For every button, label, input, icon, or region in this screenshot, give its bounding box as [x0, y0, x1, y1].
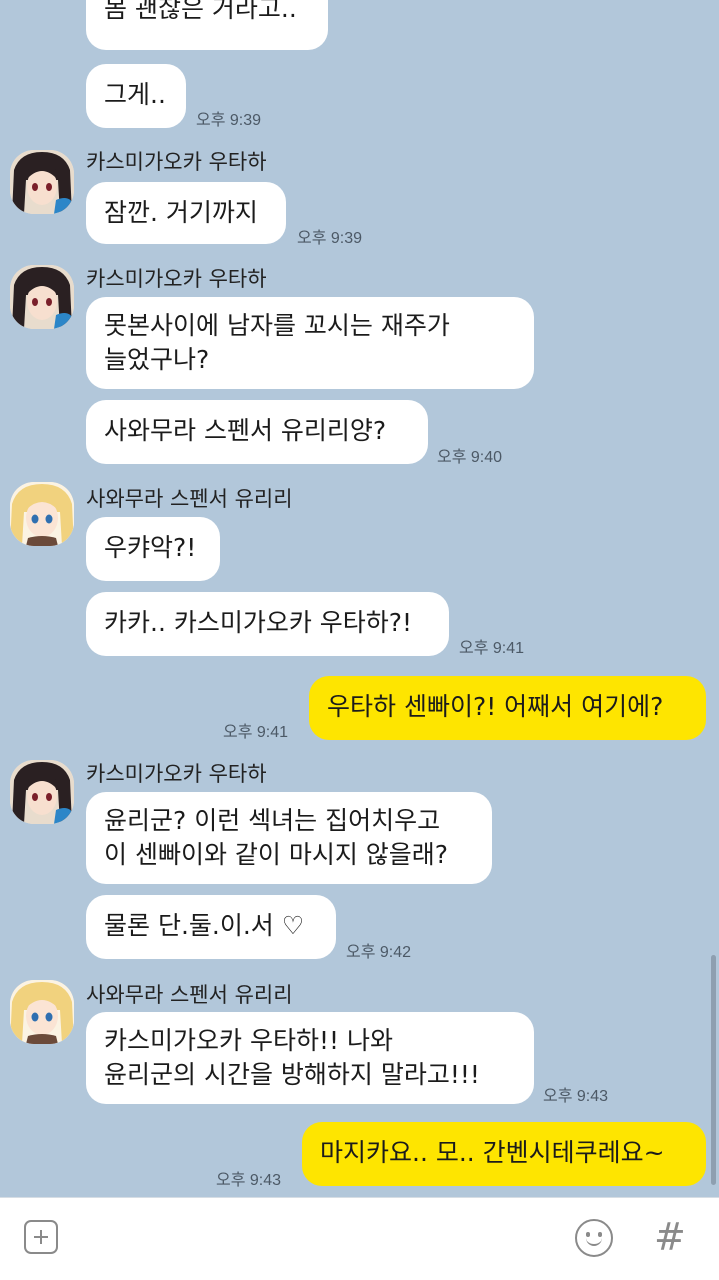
message-bubble[interactable]: 윤리군? 이런 섹녀는 집어치우고 이 센빠이와 같이 마시지 않을래?	[86, 792, 492, 884]
message-text: 잠깐. 거기까지	[104, 198, 258, 227]
message-time: 오후 9:39	[297, 230, 363, 247]
message-bubble[interactable]: 사와무라 스펜서 유리리양?	[86, 400, 428, 464]
message-text: 물론 단.둘.이.서 ♡	[104, 911, 305, 940]
avatar-utaha[interactable]	[10, 760, 74, 824]
scrollbar[interactable]	[711, 955, 716, 1185]
message-text: 우캬악?!	[104, 533, 197, 562]
mouth	[586, 1234, 602, 1246]
message-bubble[interactable]: 카카.. 카스미가오카 우타하?!	[86, 592, 449, 656]
message-text: 우타하 센빠이?! 어째서 여기에?	[327, 692, 664, 721]
sender-name: 카스미가오카 우타하	[86, 150, 267, 174]
message-time: 오후 9:41	[223, 724, 289, 741]
message-bubble[interactable]: 잠깐. 거기까지	[86, 182, 286, 244]
message-time: 오후 9:39	[196, 112, 262, 129]
message-bubble[interactable]: 우캬악?!	[86, 517, 220, 581]
message-time: 오후 9:41	[459, 640, 525, 657]
sender-name: 사와무라 스펜서 유리리	[86, 487, 293, 511]
message-text-line: 윤리군의 시간을 방해하지 말라고!!!	[104, 1060, 480, 1089]
message-text: 마지카요.. 모.. 간벤시테쿠레요~	[320, 1138, 665, 1167]
message-text: 사와무라 스펜서 유리리양?	[104, 416, 387, 445]
message-text-line: 윤리군? 이런 섹녀는 집어치우고	[104, 806, 441, 835]
message-text-line: 카스미가오카 우타하!! 나와	[104, 1026, 393, 1055]
avatar-eriri[interactable]	[10, 482, 74, 546]
message-text: 카카.. 카스미가오카 우타하?!	[104, 608, 413, 637]
message-text: 그게..	[104, 80, 166, 109]
message-text-line: 이 센빠이와 같이 마시지 않을래?	[104, 840, 449, 869]
message-text-line: 늘었구나?	[104, 345, 210, 374]
sender-name: 사와무라 스펜서 유리리	[86, 983, 293, 1007]
sender-name: 카스미가오카 우타하	[86, 762, 267, 786]
message-text-line: 못본사이에 남자를 꼬시는 재주가	[104, 311, 450, 340]
avatar-eriri[interactable]	[10, 980, 74, 1044]
message-bubble-mine[interactable]: 마지카요.. 모.. 간벤시테쿠레요~	[302, 1122, 706, 1186]
avatar-utaha[interactable]	[10, 150, 74, 214]
message-bubble-mine[interactable]: 우타하 센빠이?! 어째서 여기에?	[309, 676, 706, 740]
avatar-utaha[interactable]	[10, 265, 74, 329]
message-bubble[interactable]: 그게..	[86, 64, 186, 128]
chat-message-list[interactable]: 몸 괜찮은 거라고.. 그게.. 오후 9:39 카스미가오카 우타하 잠깐. …	[0, 0, 719, 1197]
smiley-icon[interactable]	[575, 1219, 613, 1257]
sender-name: 카스미가오카 우타하	[86, 267, 267, 291]
message-time: 오후 9:43	[543, 1088, 609, 1105]
message-time: 오후 9:42	[346, 944, 412, 961]
message-bubble[interactable]: 몸 괜찮은 거라고..	[86, 0, 328, 50]
message-time: 오후 9:40	[437, 449, 503, 466]
message-bubble[interactable]: 물론 단.둘.이.서 ♡	[86, 895, 336, 959]
plus-square-icon[interactable]	[24, 1220, 58, 1254]
message-bubble[interactable]: 카스미가오카 우타하!! 나와 윤리군의 시간을 방해하지 말라고!!!	[86, 1012, 534, 1104]
message-bubble[interactable]: 못본사이에 남자를 꼬시는 재주가 늘었구나?	[86, 297, 534, 389]
hashtag-icon[interactable]: #	[654, 1214, 686, 1260]
message-time: 오후 9:43	[216, 1172, 282, 1189]
message-text: 몸 괜찮은 거라고..	[104, 0, 297, 23]
